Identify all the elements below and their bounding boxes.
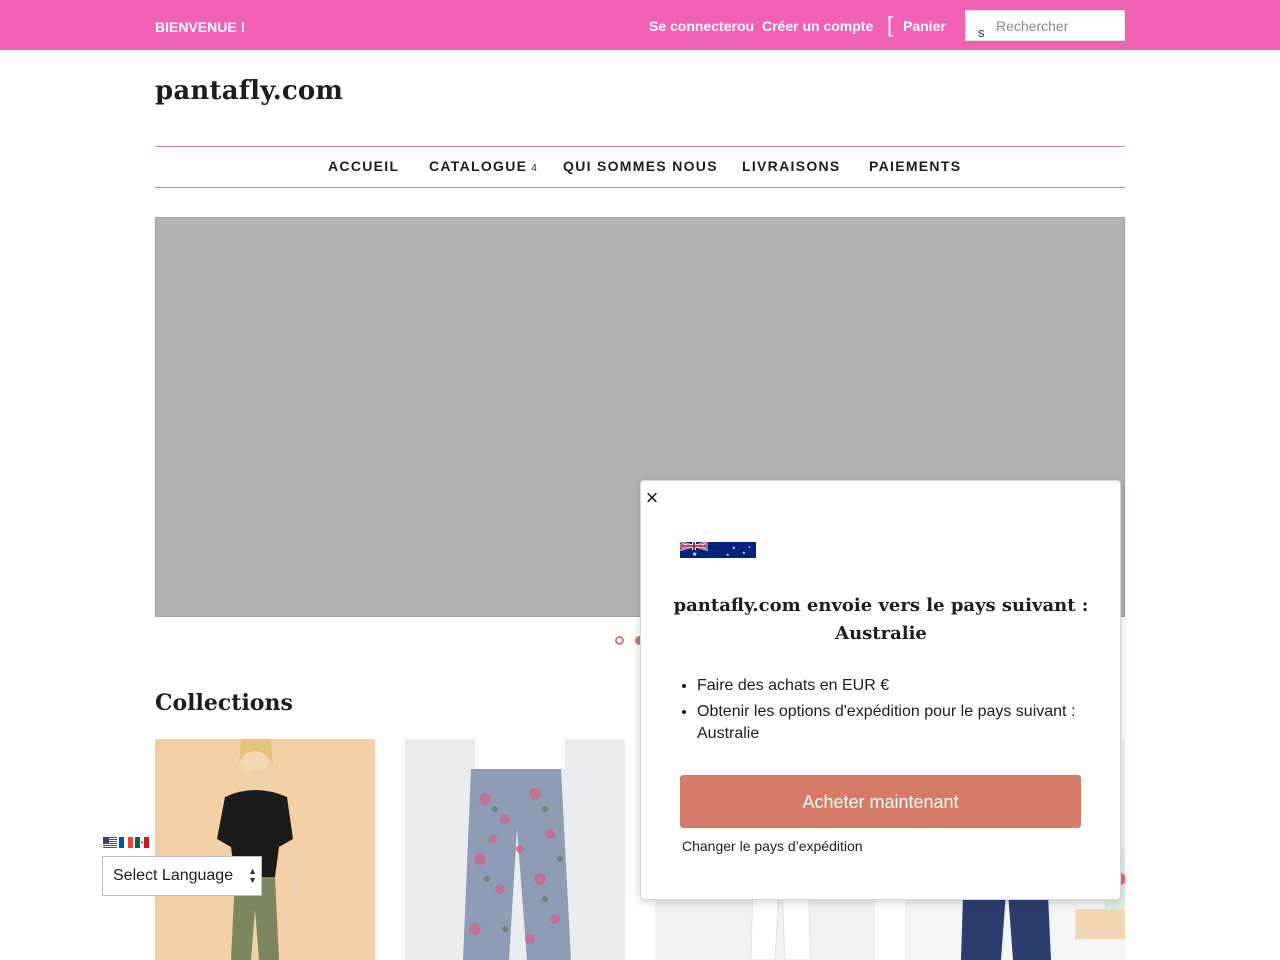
language-select[interactable]: Select Language ▲ ▼ [102,856,262,896]
popup-heading-line2: Australie [835,623,927,644]
popup-heading-line1: pantafly.com envoie vers le pays suivant… [673,595,1089,616]
svg-text:★: ★ [726,552,730,557]
collection-image [405,739,625,960]
main-nav: ACCUEIL CATALOGUE 4 QUI SOMMES NOUS LIVRA… [155,146,1125,188]
mx-flag-icon[interactable] [135,837,149,848]
nav-item-livraisons[interactable]: LIVRAISONS [742,158,841,174]
nav-item-qui-sommes-nous[interactable]: QUI SOMMES NOUS [563,158,718,174]
shipping-country-popup: × ★ ★ ★ ★ ★ pantafly.com envoie vers le … [640,480,1121,900]
welcome-text: BIENVENUE ! [155,19,246,35]
chevron-down-icon: 4 [531,163,537,174]
australia-flag-icon: ★ ★ ★ ★ ★ [680,542,756,558]
svg-text:★: ★ [748,545,751,549]
collection-tile[interactable] [155,739,375,960]
slider-dot-1[interactable] [615,636,624,645]
list-item: Obtenir les options d'expédition pour le… [697,701,1107,745]
nav-item-label: ACCUEIL [328,158,400,174]
top-bar: BIENVENUE ! Se connecter ou Créer un com… [0,0,1280,50]
cart-icon[interactable]: [ [887,13,893,37]
us-flag-icon[interactable] [103,837,117,848]
or-text: ou [737,18,755,34]
cart-link[interactable]: Panier [903,18,946,34]
select-arrows-icon: ▲ ▼ [248,866,257,885]
nav-item-catalogue[interactable]: CATALOGUE 4 [429,158,537,174]
search-icon[interactable]: s [978,25,985,40]
nav-item-paiements[interactable]: PAIEMENTS [869,158,961,174]
nav-item-label: PAIEMENTS [869,158,962,174]
nav-item-label: LIVRAISONS [742,158,841,174]
collection-tile[interactable] [405,739,625,960]
nav-item-label: QUI SOMMES NOUS [563,158,718,174]
search-box[interactable]: s [965,10,1125,41]
fr-flag-icon[interactable] [119,837,133,848]
signup-link[interactable]: Créer un compte [762,18,873,34]
popup-heading: pantafly.com envoie vers le pays suivant… [661,592,1101,648]
nav-item-accueil[interactable]: ACCUEIL [328,158,399,174]
site-logo[interactable]: pantafly.com [155,76,343,106]
collection-image [155,739,375,960]
language-select-label: Select Language [113,867,234,884]
close-icon[interactable]: × [643,485,661,511]
collections-title: Collections [155,690,293,716]
popup-bullet-list: Faire des achats en EUR € Obtenir les op… [681,675,1107,749]
list-item: Faire des achats en EUR € [697,675,1107,697]
svg-text:★: ★ [692,551,697,558]
svg-text:★: ★ [742,550,746,555]
nav-item-label: CATALOGUE [429,158,528,174]
change-country-link[interactable]: Changer le pays d’expédition [682,838,863,854]
login-link[interactable]: Se connecter [649,18,737,34]
svg-text:★: ★ [732,545,736,550]
search-input[interactable] [996,15,1120,37]
buy-now-button[interactable]: Acheter maintenant [680,775,1081,828]
